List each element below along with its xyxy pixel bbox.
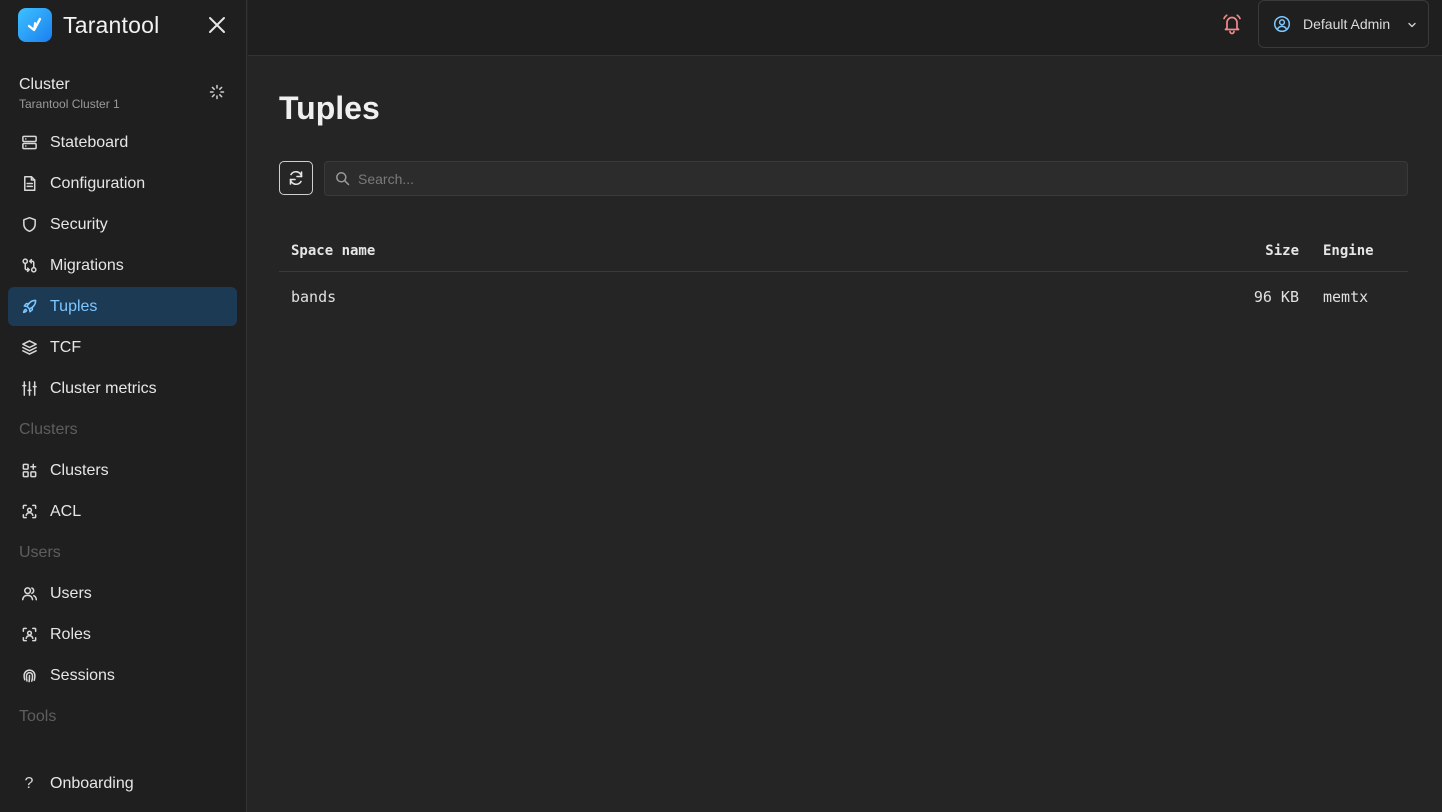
user-scan-icon — [20, 626, 38, 644]
tarantool-logo-icon — [18, 8, 52, 42]
chevron-down-icon — [1408, 22, 1416, 28]
loading-spinner-icon — [209, 84, 225, 100]
shield-icon — [20, 216, 38, 234]
file-text-icon — [20, 175, 38, 193]
page-title: Tuples — [279, 90, 380, 126]
sidebar-item-cluster-metrics[interactable]: Cluster metrics — [8, 369, 237, 408]
sidebar-item-roles[interactable]: Roles — [8, 615, 237, 654]
cell-size: 96 KB — [1253, 288, 1299, 306]
sidebar-item-label: Cluster metrics — [50, 379, 157, 397]
sidebar-item-label: ACL — [50, 502, 82, 520]
migrations-icon — [20, 257, 38, 275]
sidebar-item-migrations[interactable]: Migrations — [8, 246, 237, 285]
cluster-name: Tarantool Cluster 1 — [19, 97, 120, 111]
sidebar-item-onboarding[interactable]: ? Onboarding — [8, 764, 237, 803]
grid-icon — [20, 462, 38, 480]
section-clusters: Clusters — [19, 420, 78, 438]
app-name: Tarantool — [63, 11, 160, 38]
fingerprint-icon — [20, 667, 38, 685]
sidebar-item-label: Onboarding — [50, 774, 134, 792]
cell-engine: memtx — [1323, 288, 1369, 306]
sidebar-item-label: TCF — [50, 338, 82, 356]
brand[interactable]: Tarantool — [18, 8, 159, 42]
sidebar-item-tuples[interactable]: Tuples — [8, 287, 237, 326]
onboarding-wrapper: ? Onboarding — [8, 764, 237, 805]
user-circle-icon — [1273, 15, 1291, 33]
table-row[interactable]: bands 96 KB memtx — [279, 272, 1408, 322]
spaces-table: Space name Size Engine bands 96 KB memtx — [279, 231, 1408, 322]
cluster-title: Cluster — [19, 76, 70, 93]
help-icon: ? — [24, 774, 34, 792]
refresh-button[interactable] — [279, 161, 313, 195]
section-users: Users — [19, 543, 61, 561]
cluster-selector[interactable]: Cluster Tarantool Cluster 1 — [19, 76, 229, 111]
user-menu-button[interactable]: Default Admin — [1258, 0, 1429, 48]
server-icon — [20, 134, 38, 152]
refresh-icon — [289, 170, 303, 186]
sidebar-item-label: Sessions — [50, 666, 115, 684]
notifications-button[interactable] — [1221, 13, 1243, 35]
column-header-engine[interactable]: Engine — [1299, 243, 1393, 259]
search-input[interactable] — [358, 162, 1407, 195]
user-scan-icon — [20, 503, 38, 521]
sidebar-item-label: Clusters — [50, 461, 109, 479]
close-sidebar-button[interactable] — [206, 14, 228, 36]
table-header: Space name Size Engine — [279, 231, 1408, 272]
sidebar-item-label: Users — [50, 584, 92, 602]
sidebar-item-label: Tuples — [50, 297, 98, 315]
layers-icon — [20, 339, 38, 357]
sidebar-item-tcf[interactable]: TCF — [8, 328, 237, 367]
sidebar-item-configuration[interactable]: Configuration — [8, 164, 237, 203]
column-header-space-name[interactable]: Space name — [279, 243, 1239, 259]
search-icon — [336, 172, 350, 186]
sidebar-item-users[interactable]: Users — [8, 574, 237, 613]
sliders-icon — [20, 380, 38, 398]
sidebar-item-label: Configuration — [50, 174, 146, 192]
sidebar-item-acl[interactable]: ACL — [8, 492, 237, 531]
sidebar-item-security[interactable]: Security — [8, 205, 237, 244]
cell-space-name[interactable]: bands — [279, 288, 1239, 306]
sidebar-item-clusters[interactable]: Clusters — [8, 451, 237, 490]
sidebar-item-label: Stateboard — [50, 133, 129, 151]
sidebar-nav: Stateboard Configuration Security Migrat… — [8, 123, 237, 738]
sidebar-item-label: Migrations — [50, 256, 124, 274]
sidebar-item-stateboard[interactable]: Stateboard — [8, 123, 237, 162]
column-header-size[interactable]: Size — [1239, 243, 1299, 259]
sidebar-item-label: Roles — [50, 625, 91, 643]
top-header: Default Admin — [248, 0, 1442, 56]
sidebar-item-sessions[interactable]: Sessions — [8, 656, 237, 695]
rocket-icon — [20, 298, 38, 316]
section-tools: Tools — [19, 707, 57, 725]
users-icon — [20, 585, 38, 603]
user-name: Default Admin — [1303, 16, 1391, 32]
sidebar: Tarantool Cluster Tarantool Cluster 1 St… — [0, 0, 247, 812]
close-icon — [209, 17, 225, 33]
sidebar-item-label: Security — [50, 215, 108, 233]
search-box — [324, 161, 1408, 196]
bell-alert-icon — [1223, 14, 1241, 35]
